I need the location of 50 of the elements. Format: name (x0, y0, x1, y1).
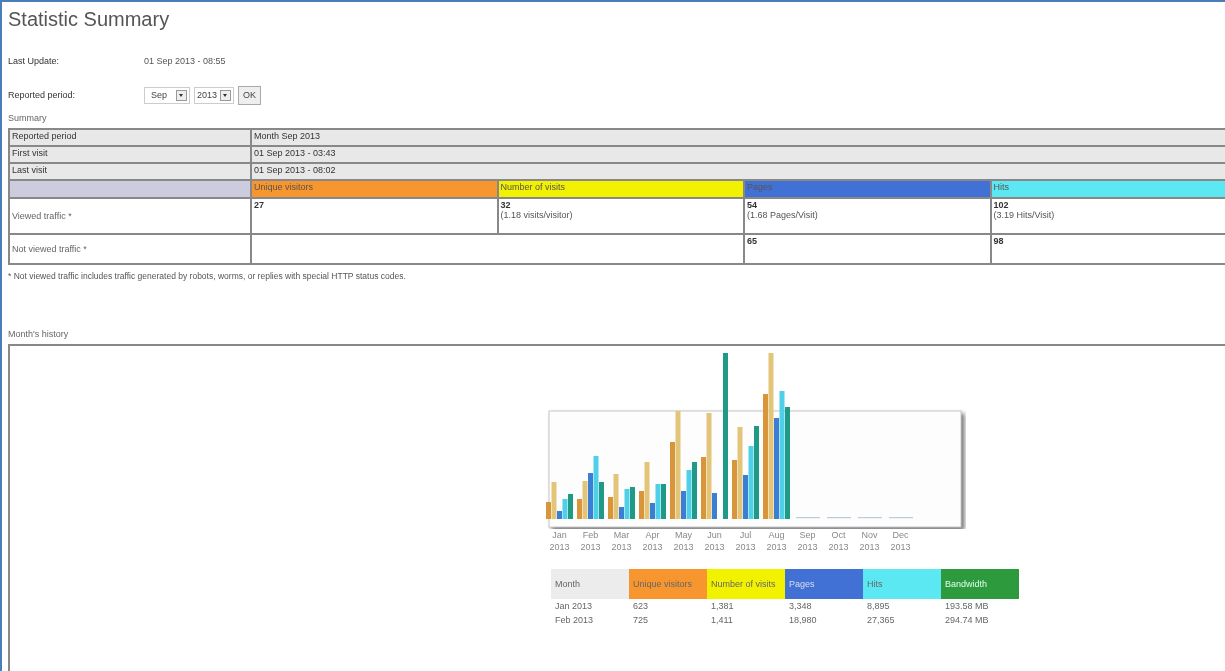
axis-label: May 2013 (672, 529, 695, 553)
table-cell: Not viewed traffic * (9, 234, 251, 264)
axis-label: Mar 2013 (610, 529, 633, 553)
table-header-cell: Unique visitors (629, 569, 707, 599)
field-value: 01 Sep 2013 - 08:55 (144, 56, 226, 66)
table-header-cell: Bandwidth (941, 569, 1019, 599)
axis-label: Sep 2013 (796, 529, 819, 553)
table-header-cell: Hits (863, 569, 941, 599)
axis-label: Jan 2013 (548, 529, 571, 553)
table-cell: 623 (629, 599, 707, 613)
table-cell: Reported period (9, 129, 251, 146)
table-cell: Viewed traffic * (9, 198, 251, 234)
year-select[interactable]: 2013 (194, 86, 234, 104)
table-cell-text: 18,980 (788, 614, 818, 627)
axis-label: Feb 2013 (579, 529, 602, 553)
table-cell: Jan 2013 (551, 599, 629, 613)
ok-button[interactable]: OK (238, 85, 261, 105)
table-cell: 3,348 (785, 599, 863, 613)
table-cell-text: 725 (632, 614, 650, 627)
section-heading: Month's history (8, 329, 70, 339)
table-header-cell: Month (551, 569, 629, 599)
field-label: Reported period: (8, 90, 77, 100)
axis-label: Jun 2013 (703, 529, 726, 553)
table-cell-text: 294.74 MB (944, 614, 990, 627)
section-heading: Summary (8, 113, 48, 123)
table-cell: 1,381 (707, 599, 785, 613)
axis-label: Aug 2013 (765, 529, 788, 553)
axis-label: Apr 2013 (641, 529, 664, 553)
table-cell: 54 (1.68 Pages/Visit) (744, 198, 991, 234)
axis-label: Jul 2013 (734, 529, 757, 553)
axis-label: Nov 2013 (858, 529, 881, 553)
table-cell: 98 (990, 234, 1225, 264)
page-title: Statistic Summary (8, 8, 171, 31)
table-cell-text: Feb 2013 (554, 614, 595, 627)
table-cell: 65 (744, 234, 991, 264)
table-cell: 32 (1.18 visits/visitor) (497, 198, 744, 234)
axis-label: Dec 2013 (889, 529, 912, 553)
table-cell-text: 1,411 (710, 614, 734, 627)
field-label: Last Update: (8, 56, 61, 66)
table-cell-text: 27,365 (866, 614, 896, 627)
table-header-cell: Number of visits (707, 569, 785, 599)
table-cell: 102 (3.19 Hits/Visit) (990, 198, 1225, 234)
month-select[interactable]: Sep (144, 86, 190, 104)
axis-label: Oct 2013 (827, 529, 850, 553)
table-cell: 8,895 (863, 599, 941, 613)
table-header-cell: Pages (785, 569, 863, 599)
table-cell: 27 (251, 198, 498, 234)
table-cell: Month Sep 2013 (251, 129, 1225, 146)
footnote: * Not viewed traffic includes traffic generated by robots, worms, or replies with special HTTP status codes. (8, 271, 407, 281)
table-cell: 193.58 MB (941, 599, 1019, 613)
